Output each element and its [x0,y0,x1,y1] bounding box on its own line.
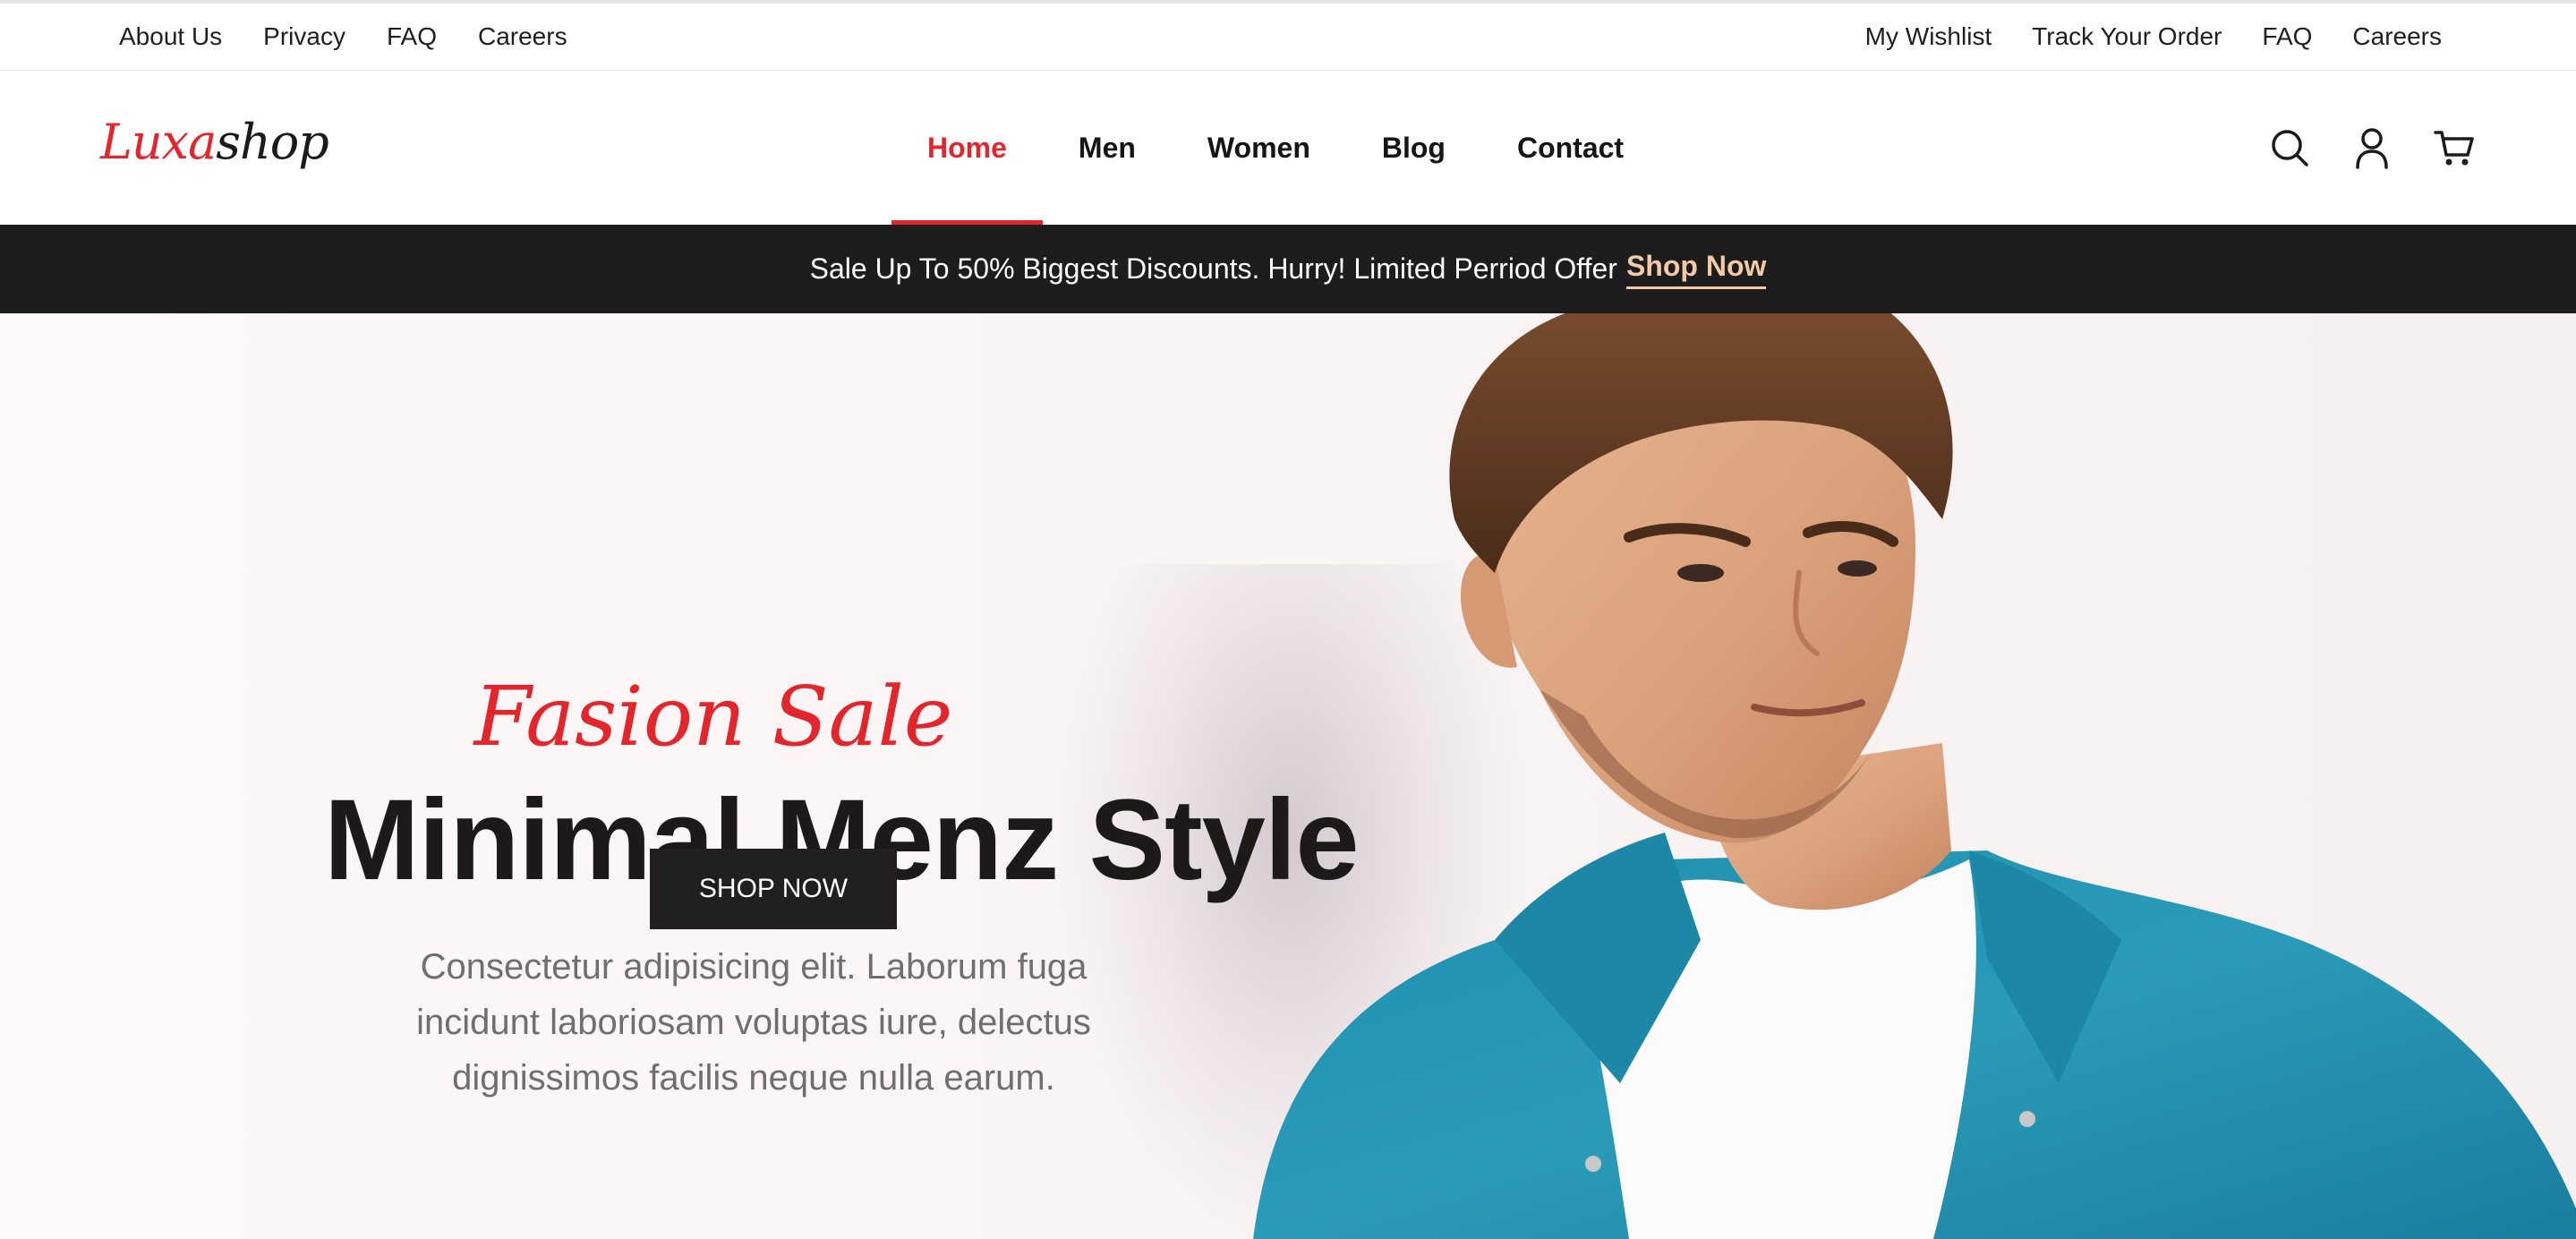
promo-banner: Sale Up To 50% Biggest Discounts. Hurry!… [0,225,2576,313]
nav-men[interactable]: Men [1043,71,1172,225]
link-track-order[interactable]: Track Your Order [2032,22,2222,51]
search-icon[interactable] [2268,124,2311,171]
link-about-us[interactable]: About Us [119,22,222,51]
link-faq-right[interactable]: FAQ [2262,22,2312,51]
site-logo[interactable]: Luxashop [100,114,329,170]
logo-text-dark: shop [216,114,329,170]
top-links-left: About Us Privacy FAQ Careers [119,22,567,51]
hero-section: Fasion Sale Minimal Menz Style Consectet… [0,313,2576,1239]
logo-text-accent: Luxa [100,114,217,170]
link-careers-right[interactable]: Careers [2352,22,2442,51]
main-nav: Home Men Women Blog Contact [891,71,1659,225]
nav-home[interactable]: Home [891,71,1043,225]
link-faq[interactable]: FAQ [387,22,437,51]
cart-icon[interactable] [2433,124,2476,171]
link-my-wishlist[interactable]: My Wishlist [1865,22,1992,51]
nav-blog[interactable]: Blog [1346,71,1481,225]
top-links-right: My Wishlist Track Your Order FAQ Careers [1865,22,2442,51]
link-careers[interactable]: Careers [478,22,567,51]
promo-shop-now-link[interactable]: Shop Now [1625,250,1767,289]
link-privacy[interactable]: Privacy [263,22,345,51]
nav-contact[interactable]: Contact [1481,71,1659,225]
main-header: Luxashop Home Men Women Blog Contact [0,71,2576,225]
top-utility-bar: About Us Privacy FAQ Careers My Wishlist… [0,0,2576,71]
hero-description: Consectetur adipisicing elit. Laborum fu… [416,947,1091,1098]
hero-model-image [1253,313,2576,1239]
nav-women[interactable]: Women [1172,71,1346,225]
header-icons [2268,124,2476,171]
hero-script-heading: Fasion Sale [473,669,953,765]
user-icon[interactable] [2350,124,2393,171]
promo-text: Sale Up To 50% Biggest Discounts. Hurry!… [809,252,1617,285]
hero-shop-now-button[interactable]: SHOP NOW [650,849,897,929]
